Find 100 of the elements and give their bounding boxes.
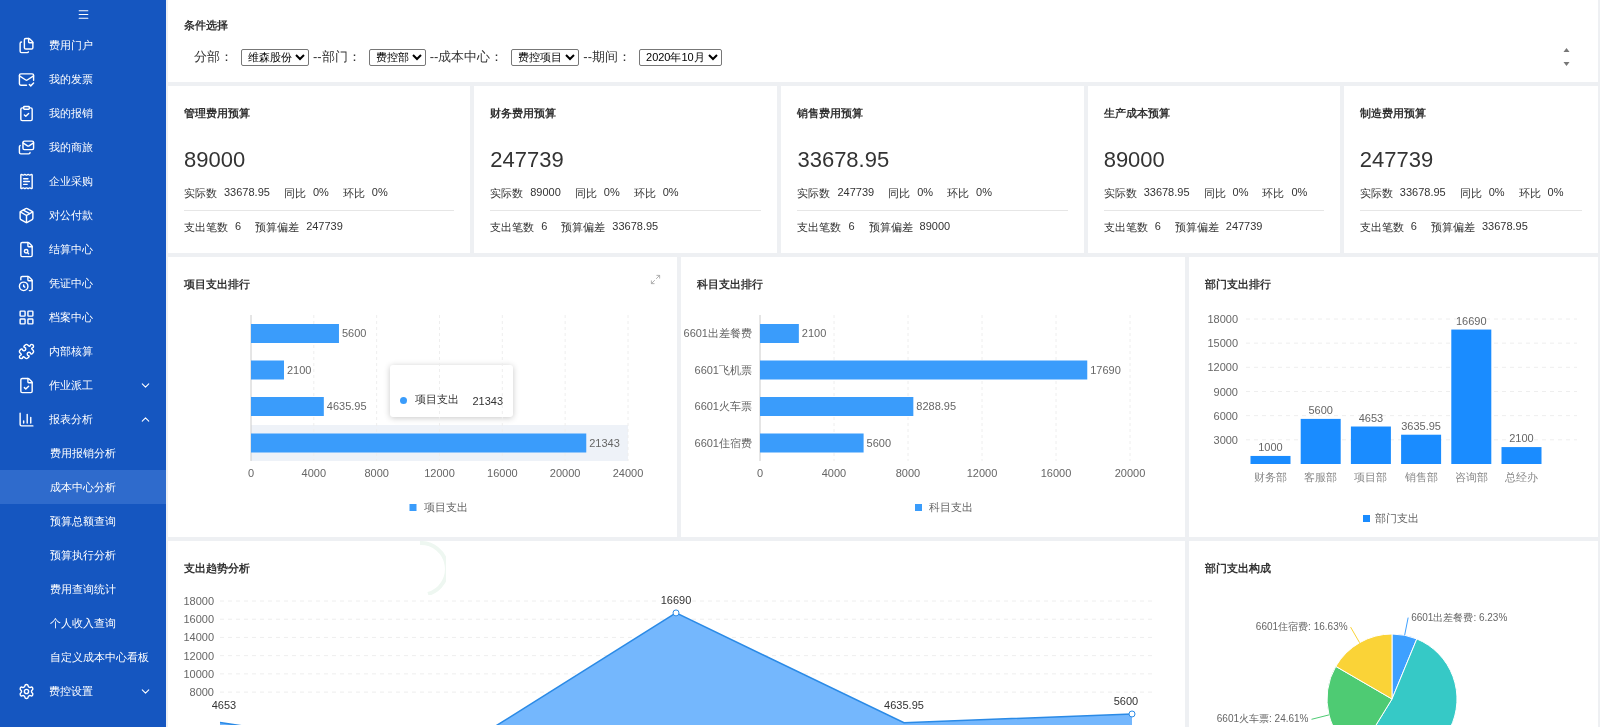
axis-tick-label: 15000 xyxy=(1207,337,1239,350)
axis-tick-label: 8000 xyxy=(189,686,214,699)
axis-tick-label: 16000 xyxy=(183,613,214,626)
chart-title: 科目支出排行 xyxy=(696,277,763,292)
sidebar-item[interactable]: 我的商旅 xyxy=(0,130,166,164)
sidebar-subitem[interactable]: 费用查询统计 xyxy=(0,572,166,606)
dropdown[interactable]: 费控部 xyxy=(368,48,426,66)
axis-tick-label: 9000 xyxy=(1213,385,1239,398)
dropdown[interactable]: 费控项目 xyxy=(511,48,580,66)
bar-value-label: 2100 xyxy=(1509,432,1535,445)
stat-value: 0% xyxy=(662,186,679,200)
stat-value: 0% xyxy=(371,186,388,200)
sidebar-subitem[interactable]: 费用报销分析 xyxy=(0,436,166,470)
filter-label: --部门： xyxy=(313,48,361,66)
axis-tick-label: 0 xyxy=(247,467,255,479)
legend-label: 项目支出 xyxy=(423,501,468,513)
clipboard-check-icon xyxy=(18,104,35,122)
bar-value-label: 5600 xyxy=(866,436,891,449)
axis-tick-label: 4000 xyxy=(821,467,846,479)
stat-value: 0% xyxy=(976,186,992,200)
sidebar-item[interactable]: 对公付款 xyxy=(0,198,166,232)
chart-title: 部门支出排行 xyxy=(1205,277,1272,292)
sidebar-subitem[interactable]: 自定义成本中心看板 xyxy=(0,640,166,674)
filter-label: --期间： xyxy=(583,48,631,66)
sidebar-item[interactable]: 档案中心 xyxy=(0,300,166,334)
bar xyxy=(1501,447,1542,464)
axis-tick-label: 8000 xyxy=(364,467,389,479)
bar-value-label: 5600 xyxy=(341,327,367,339)
sidebar-item[interactable]: 费控设置 xyxy=(0,674,166,708)
leader-line xyxy=(1404,617,1410,636)
stat-value: 0% xyxy=(917,186,934,200)
card-title: 制造费用预算 xyxy=(1359,106,1427,121)
bar-value-label: 2100 xyxy=(801,327,827,339)
sidebar-item[interactable]: 企业采购 xyxy=(0,164,166,198)
sidebar-item[interactable]: 作业派工 xyxy=(0,368,166,402)
bar-chart-icon xyxy=(18,410,35,428)
stat-value: 33678.95 xyxy=(1481,220,1528,234)
sidebar-item[interactable]: 我的报销 xyxy=(0,96,166,130)
bar xyxy=(251,360,284,380)
bar-value-label: 17690 xyxy=(1089,363,1121,376)
stat-label: 环比 xyxy=(1518,186,1541,201)
files-icon xyxy=(18,36,35,54)
card-title: 生产成本预算 xyxy=(1103,106,1171,121)
stat-label: 环比 xyxy=(633,186,656,201)
card-title: 销售费用预算 xyxy=(797,106,865,121)
stat-value: 247739 xyxy=(306,220,343,234)
stat-value: 0% xyxy=(1488,186,1505,200)
stat-label: 环比 xyxy=(947,186,970,201)
axis-tick-label: 4000 xyxy=(301,467,327,479)
bar-value-label: 8288.95 xyxy=(916,400,956,412)
legend-swatch xyxy=(1363,515,1371,522)
file-check-icon xyxy=(18,376,35,394)
sidebar-item[interactable]: 费用门户 xyxy=(0,28,166,62)
category-label: 项目部 xyxy=(1354,471,1388,483)
axis-tick-label: 24000 xyxy=(612,467,644,479)
dropdown[interactable]: 2020年10月 xyxy=(639,48,722,66)
legend-label: 部门支出 xyxy=(1375,512,1420,524)
axis-tick-label: 8000 xyxy=(895,467,920,479)
stat-label: 支出笔数 xyxy=(797,220,842,235)
axis-tick-label: 12000 xyxy=(966,467,997,479)
tooltip-series: 项目支出 xyxy=(415,392,459,407)
sidebar-item[interactable]: 内部核算 xyxy=(0,334,166,368)
category-label: 6601出差餐费 xyxy=(683,327,752,339)
sidebar-subitem[interactable]: 预算执行分析 xyxy=(0,538,166,572)
menu-icon[interactable] xyxy=(76,7,90,21)
stat-label: 预算偏差 xyxy=(255,220,300,235)
category-label: 销售部 xyxy=(1405,471,1438,483)
tooltip-value: 21343 xyxy=(472,395,503,407)
sidebar-item[interactable]: 结算中心 xyxy=(0,232,166,266)
stat-label: 支出笔数 xyxy=(1103,220,1148,235)
card-title: 财务费用预算 xyxy=(490,106,558,121)
data-label: 4635.95 xyxy=(884,699,924,711)
filter-label: --成本中心： xyxy=(429,48,504,66)
sidebar-subitem[interactable]: 预算总额查询 xyxy=(0,504,166,538)
budget-amount: 247739 xyxy=(1359,147,1435,173)
bar xyxy=(1351,426,1392,464)
stat-value: 6 xyxy=(235,220,242,234)
stat-label: 支出笔数 xyxy=(184,220,228,235)
category-label: 总经办 xyxy=(1505,471,1539,483)
sidebar-item[interactable]: 报表分析 xyxy=(0,402,166,436)
axis-tick-label: 16000 xyxy=(1040,467,1071,479)
dropdown[interactable]: 维森股份 xyxy=(241,48,309,66)
stat-value: 247739 xyxy=(837,186,875,200)
stat-label: 支出笔数 xyxy=(1359,220,1404,235)
bar xyxy=(759,324,799,343)
axis-tick-label: 6000 xyxy=(1213,409,1239,422)
sidebar-item[interactable]: 凭证中心 xyxy=(0,266,166,300)
chart-title: 支出趋势分析 xyxy=(184,561,250,576)
sidebar-subitem[interactable]: 成本中心分析 xyxy=(0,470,166,504)
category-label: 咨询部 xyxy=(1455,471,1489,483)
scroll-arrows-icon[interactable] xyxy=(1563,47,1570,67)
stat-label: 同比 xyxy=(1459,186,1482,201)
axis-tick-label: 10000 xyxy=(183,667,214,680)
stat-label: 同比 xyxy=(1203,186,1226,201)
filter-label: 分部： xyxy=(194,48,233,66)
sidebar-subitem[interactable]: 个人收入查询 xyxy=(0,606,166,640)
bar-value-label: 5600 xyxy=(1308,403,1334,416)
stat-value: 89000 xyxy=(530,186,561,200)
grid-icon xyxy=(18,308,35,326)
sidebar-item[interactable]: 我的发票 xyxy=(0,62,166,96)
